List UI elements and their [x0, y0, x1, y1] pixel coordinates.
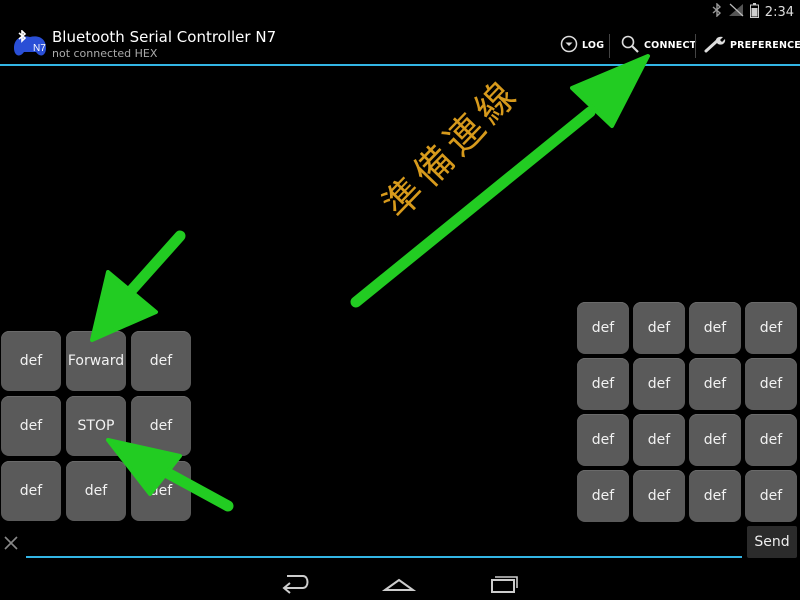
- send-button[interactable]: Send: [747, 526, 797, 558]
- recent-apps-icon[interactable]: [481, 568, 525, 596]
- preference-label: PREFERENCE: [730, 39, 800, 51]
- pad-button[interactable]: def: [745, 470, 797, 522]
- log-button[interactable]: LOG: [560, 28, 604, 62]
- wrench-icon: [704, 35, 726, 56]
- stop-button[interactable]: STOP: [66, 396, 126, 456]
- status-bar: 2:34: [0, 0, 800, 24]
- pad-button[interactable]: def: [1, 396, 61, 456]
- preference-button[interactable]: PREFERENCE: [704, 28, 800, 62]
- clear-icon[interactable]: [0, 530, 22, 556]
- bluetooth-icon: [712, 2, 722, 21]
- log-label: LOG: [582, 39, 605, 51]
- pad-button[interactable]: def: [745, 302, 797, 354]
- pad-button[interactable]: def: [577, 358, 629, 410]
- pad-button[interactable]: def: [131, 461, 191, 521]
- pad-button[interactable]: def: [689, 414, 741, 466]
- battery-icon: [749, 2, 759, 22]
- connect-label: CONNECT: [644, 39, 697, 51]
- log-dropdown-icon: [560, 35, 578, 56]
- action-separator: [695, 34, 696, 58]
- action-separator: [609, 34, 610, 58]
- pad-button[interactable]: def: [689, 470, 741, 522]
- pad-button[interactable]: def: [745, 358, 797, 410]
- app-logo-icon[interactable]: N7: [10, 29, 50, 60]
- pad-button[interactable]: def: [745, 414, 797, 466]
- send-input[interactable]: [26, 530, 742, 558]
- status-icons: 2:34: [712, 0, 794, 24]
- pad-button[interactable]: def: [577, 414, 629, 466]
- no-signal-icon: [728, 3, 744, 21]
- pad-button[interactable]: def: [131, 396, 191, 456]
- pad-button[interactable]: def: [1, 331, 61, 391]
- pad-button[interactable]: def: [577, 302, 629, 354]
- action-bar: N7 Bluetooth Serial Controller N7 not co…: [0, 24, 800, 66]
- pad-button[interactable]: def: [1, 461, 61, 521]
- pad-button[interactable]: def: [633, 470, 685, 522]
- arrow-to-forward: [90, 230, 186, 342]
- search-icon: [620, 34, 640, 57]
- home-icon[interactable]: [377, 568, 421, 596]
- svg-text:N7: N7: [33, 43, 46, 54]
- pad-button[interactable]: def: [131, 331, 191, 391]
- back-icon[interactable]: [273, 568, 317, 596]
- forward-button[interactable]: Forward: [66, 331, 126, 391]
- pad-button[interactable]: def: [689, 302, 741, 354]
- pad-button[interactable]: def: [633, 302, 685, 354]
- app-title: Bluetooth Serial Controller N7: [52, 28, 277, 46]
- connect-button[interactable]: CONNECT: [620, 28, 696, 62]
- connection-status: not connected HEX: [52, 47, 158, 60]
- navigation-bar: [0, 564, 800, 600]
- pad-button[interactable]: def: [689, 358, 741, 410]
- pad-button[interactable]: def: [66, 461, 126, 521]
- status-time: 2:34: [764, 4, 794, 20]
- pad-button[interactable]: def: [633, 358, 685, 410]
- pad-button[interactable]: def: [577, 470, 629, 522]
- pad-button[interactable]: def: [633, 414, 685, 466]
